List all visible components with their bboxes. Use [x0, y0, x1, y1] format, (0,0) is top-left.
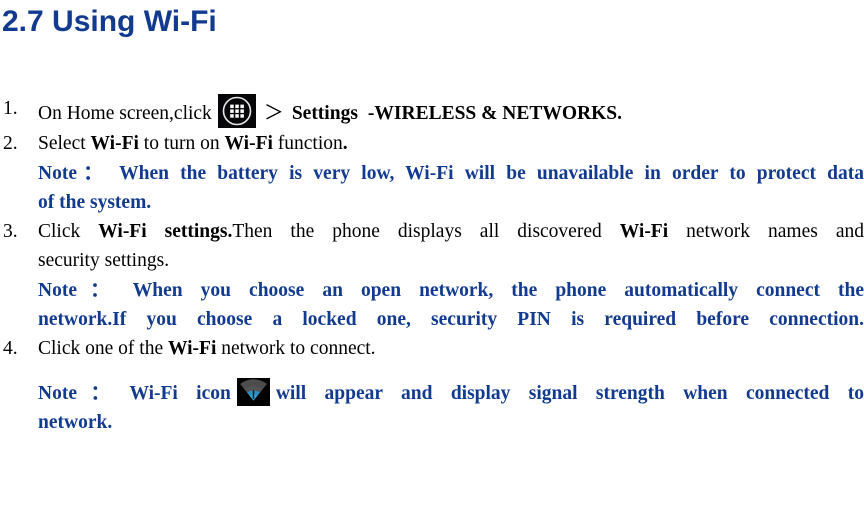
- note-battery-line-2: of the system.: [0, 188, 864, 217]
- chevron-right-icon: ＞: [263, 100, 284, 124]
- note-wifi-pre-icon-text: Wi-Fi icon: [129, 383, 231, 404]
- step-4-seg-0: Click one of the: [38, 338, 168, 359]
- note-open-network-line-1: Note： When you choose an open network, th…: [0, 276, 864, 305]
- wifi-signal-icon[interactable]: [236, 378, 270, 406]
- step-2-seg-2: to turn on: [138, 133, 225, 154]
- step-number: 3.: [3, 221, 18, 242]
- step-2-body: Select Wi-Fi to turn on Wi-Fi function.: [38, 129, 864, 158]
- step-3-seg-0: Click: [38, 221, 99, 242]
- step-number: 2.: [3, 133, 18, 154]
- note-wifi-text-2: network.: [38, 412, 113, 433]
- note-label: Note：: [38, 383, 124, 404]
- list-item-step-4: 4. Click one of the Wi-Fi network to con…: [0, 334, 864, 363]
- step-3-seg-2: Then the phone displays all discovered: [232, 221, 620, 242]
- step-3-seg-3: Wi-Fi: [619, 221, 669, 242]
- list-item-step-1: 1. On Home screen,click ＞ Settings -WIRELES…: [0, 94, 864, 128]
- step-2-seg-0: Select: [38, 133, 91, 154]
- title-spacer: [0, 40, 864, 94]
- page-title: 2.7 Using Wi-Fi: [2, 5, 217, 38]
- note-wifi-post-icon-text: will appear and display signal strength …: [275, 383, 864, 404]
- document-page: 2.7 Using Wi-Fi 1. On Home screen,click ＞…: [0, 4, 864, 505]
- pre-note-spacer: [0, 364, 864, 378]
- step-3-line-2: security settings.: [38, 250, 170, 271]
- note-wifi-icon-line-2: network.: [0, 408, 864, 437]
- step-2-seg-3: Wi-Fi: [224, 133, 273, 154]
- app-drawer-icon[interactable]: [217, 94, 256, 128]
- note-open-network-text-2: network.If you choose a locked one, secu…: [38, 309, 864, 330]
- note-battery-text-2: of the system.: [38, 192, 152, 213]
- note-open-network-line-2: network.If you choose a locked one, secu…: [0, 305, 864, 334]
- step-4-seg-1: Wi-Fi: [167, 338, 217, 359]
- note-battery-line-1: Note： When the battery is very low, Wi-Fi…: [0, 159, 864, 188]
- step-2-seg-1: Wi-Fi: [90, 133, 139, 154]
- step-1-body: On Home screen,click ＞ Settings -WIRELESS &…: [38, 94, 864, 128]
- step-1-post-text: -WIRELESS & NETWORKS.: [367, 103, 623, 124]
- note-open-network-text-1: When you choose an open network, the pho…: [132, 280, 864, 301]
- list-item-step-2: 2. Select Wi-Fi to turn on Wi-Fi functio…: [0, 129, 864, 158]
- step-4-body: Click one of the Wi-Fi network to connec…: [38, 334, 864, 363]
- step-number: 4.: [3, 338, 18, 359]
- note-battery-text-1: When the battery is very low, Wi-Fi will…: [119, 163, 864, 184]
- instruction-list: 1. On Home screen,click ＞ Settings -WIRELES…: [0, 94, 864, 437]
- note-label: Note：: [38, 280, 123, 301]
- list-item-step-3: 3. Click Wi-Fi settings.Then the phone d…: [0, 217, 864, 275]
- settings-label: Settings: [291, 103, 358, 124]
- step-4-seg-2: network to connect.: [216, 338, 376, 359]
- step-1-pre-icon-text: On Home screen,click: [38, 103, 212, 124]
- step-3-line-1: Click Wi-Fi settings.Then the phone disp…: [38, 217, 864, 246]
- step-2-seg-5: .: [342, 133, 348, 154]
- step-number: 1.: [3, 98, 18, 119]
- step-3-seg-4: network names and: [668, 221, 864, 242]
- step-3-seg-1: Wi-Fi settings.: [98, 221, 233, 242]
- step-2-seg-4: function: [272, 133, 343, 154]
- note-label: Note：: [38, 163, 110, 184]
- note-wifi-icon-line-1: Note： Wi-Fi icon will appear and display s…: [0, 378, 864, 408]
